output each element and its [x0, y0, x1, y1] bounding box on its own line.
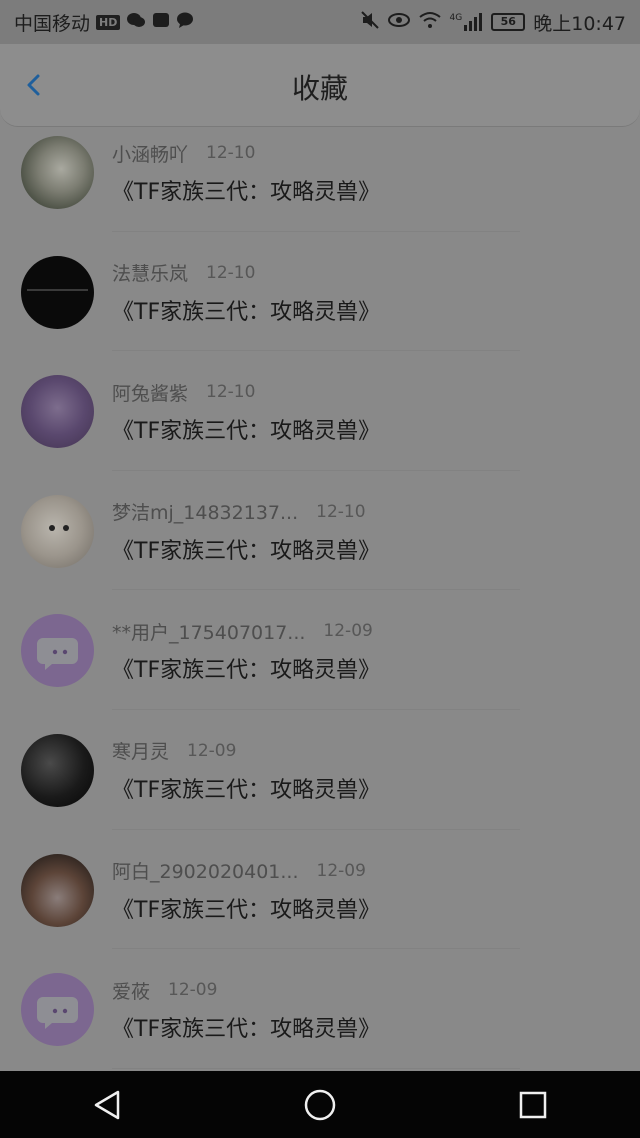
item-meta: 阿兔酱紫 12-10	[112, 379, 255, 405]
divider	[112, 350, 520, 352]
item-date: 12-09	[316, 860, 366, 881]
triangle-back-icon	[94, 1090, 119, 1119]
item-meta: 小涵畅吖 12-10	[112, 140, 255, 166]
signal-icon: 4G	[450, 13, 484, 31]
list-item[interactable]: 小涵畅吖 12-10 《TF家族三代：攻略灵兽》	[0, 126, 640, 246]
avatar-default[interactable]	[21, 614, 94, 688]
divider	[112, 1067, 520, 1069]
item-date: 12-10	[316, 501, 366, 522]
app-icon	[152, 11, 170, 33]
item-meta: 法慧乐岚 12-10	[112, 260, 255, 286]
favorites-list: 小涵畅吖 12-10 《TF家族三代：攻略灵兽》 法慧乐岚 12-10 《TF家族三代：攻…	[0, 126, 640, 1083]
user-name[interactable]: 阿白_2902020401...	[112, 857, 299, 884]
carrier-label: 中国移动	[14, 12, 91, 35]
item-meta: 梦洁mj_14832137... 12-10	[112, 499, 366, 525]
item-content[interactable]: 《TF家族三代：攻略灵兽》	[112, 294, 380, 326]
page-title: 收藏	[291, 72, 348, 105]
chat-bubble-icon	[37, 997, 78, 1030]
avatar[interactable]	[21, 136, 94, 209]
user-name[interactable]: 小涵畅吖	[112, 140, 188, 167]
item-date: 12-09	[323, 621, 373, 642]
item-content[interactable]: 《TF家族三代：攻略灵兽》	[112, 174, 380, 206]
item-meta: 阿白_2902020401... 12-09	[112, 858, 366, 884]
item-meta: **用户_175407017... 12-09	[112, 618, 373, 644]
item-date: 12-10	[206, 262, 256, 283]
user-name[interactable]: 阿兔酱紫	[112, 379, 188, 406]
list-item[interactable]: 阿兔酱紫 12-10 《TF家族三代：攻略灵兽》	[0, 365, 640, 485]
user-name[interactable]: 法慧乐岚	[112, 259, 188, 286]
wifi-icon	[418, 11, 442, 34]
user-name[interactable]: 寒月灵	[112, 737, 169, 764]
item-date: 12-10	[206, 143, 256, 163]
status-bar: 中国移动 HD 4G 56 晚上10:47	[0, 0, 640, 44]
avatar-default[interactable]	[21, 973, 94, 1047]
list-item[interactable]: 法慧乐岚 12-10 《TF家族三代：攻略灵兽》	[0, 246, 640, 366]
user-name[interactable]: 爱莜	[112, 977, 150, 1004]
app-header: 收藏	[0, 44, 640, 127]
list-item[interactable]: 爱莜 12-09 《TF家族三代：攻略灵兽》	[0, 963, 640, 1083]
item-meta: 寒月灵 12-09	[112, 738, 236, 764]
divider	[112, 469, 520, 471]
hd-badge: HD	[96, 14, 121, 30]
avatar[interactable]	[21, 375, 94, 449]
list-item[interactable]: 阿白_2902020401... 12-09 《TF家族三代：攻略灵兽》	[0, 844, 640, 964]
mute-icon	[360, 10, 380, 35]
divider	[112, 230, 520, 232]
wechat-icon	[126, 11, 146, 33]
item-content[interactable]: 《TF家族三代：攻略灵兽》	[112, 1011, 380, 1043]
circle-home-icon	[304, 1089, 336, 1120]
avatar[interactable]	[21, 853, 94, 927]
item-content[interactable]: 《TF家族三代：攻略灵兽》	[112, 772, 380, 804]
square-recents-icon	[520, 1091, 547, 1118]
list-item[interactable]: 梦洁mj_14832137... 12-10 《TF家族三代：攻略灵兽》	[0, 485, 640, 605]
item-content[interactable]: 《TF家族三代：攻略灵兽》	[112, 892, 380, 924]
avatar[interactable]	[21, 255, 94, 329]
chat-bubble-icon	[37, 638, 78, 671]
eye-icon	[387, 11, 410, 34]
home-nav-button[interactable]	[288, 1081, 352, 1129]
list-item[interactable]: 寒月灵 12-09 《TF家族三代：攻略灵兽》	[0, 724, 640, 844]
divider	[112, 708, 520, 710]
user-name[interactable]: **用户_175407017...	[112, 618, 305, 645]
item-date: 12-10	[206, 382, 256, 403]
avatar[interactable]	[21, 733, 94, 807]
back-nav-button[interactable]	[75, 1081, 139, 1129]
item-content[interactable]: 《TF家族三代：攻略灵兽》	[112, 652, 380, 684]
navigation-bar	[0, 1071, 640, 1138]
item-content[interactable]: 《TF家族三代：攻略灵兽》	[112, 413, 380, 445]
network-label: 4G	[449, 13, 463, 23]
message-icon	[176, 11, 194, 33]
item-meta: 爱莜 12-09	[112, 977, 217, 1003]
battery-icon: 56	[491, 13, 526, 31]
list-item[interactable]: **用户_175407017... 12-09 《TF家族三代：攻略灵兽》	[0, 604, 640, 724]
clock: 晚上10:47	[533, 12, 626, 35]
recents-nav-button[interactable]	[501, 1081, 565, 1129]
divider	[112, 589, 520, 591]
item-date: 12-09	[187, 740, 237, 761]
user-name[interactable]: 梦洁mj_14832137...	[112, 498, 298, 525]
avatar[interactable]	[21, 494, 94, 568]
item-content[interactable]: 《TF家族三代：攻略灵兽》	[112, 533, 380, 565]
divider	[112, 948, 520, 950]
divider	[112, 828, 520, 830]
item-date: 12-09	[168, 980, 218, 1001]
